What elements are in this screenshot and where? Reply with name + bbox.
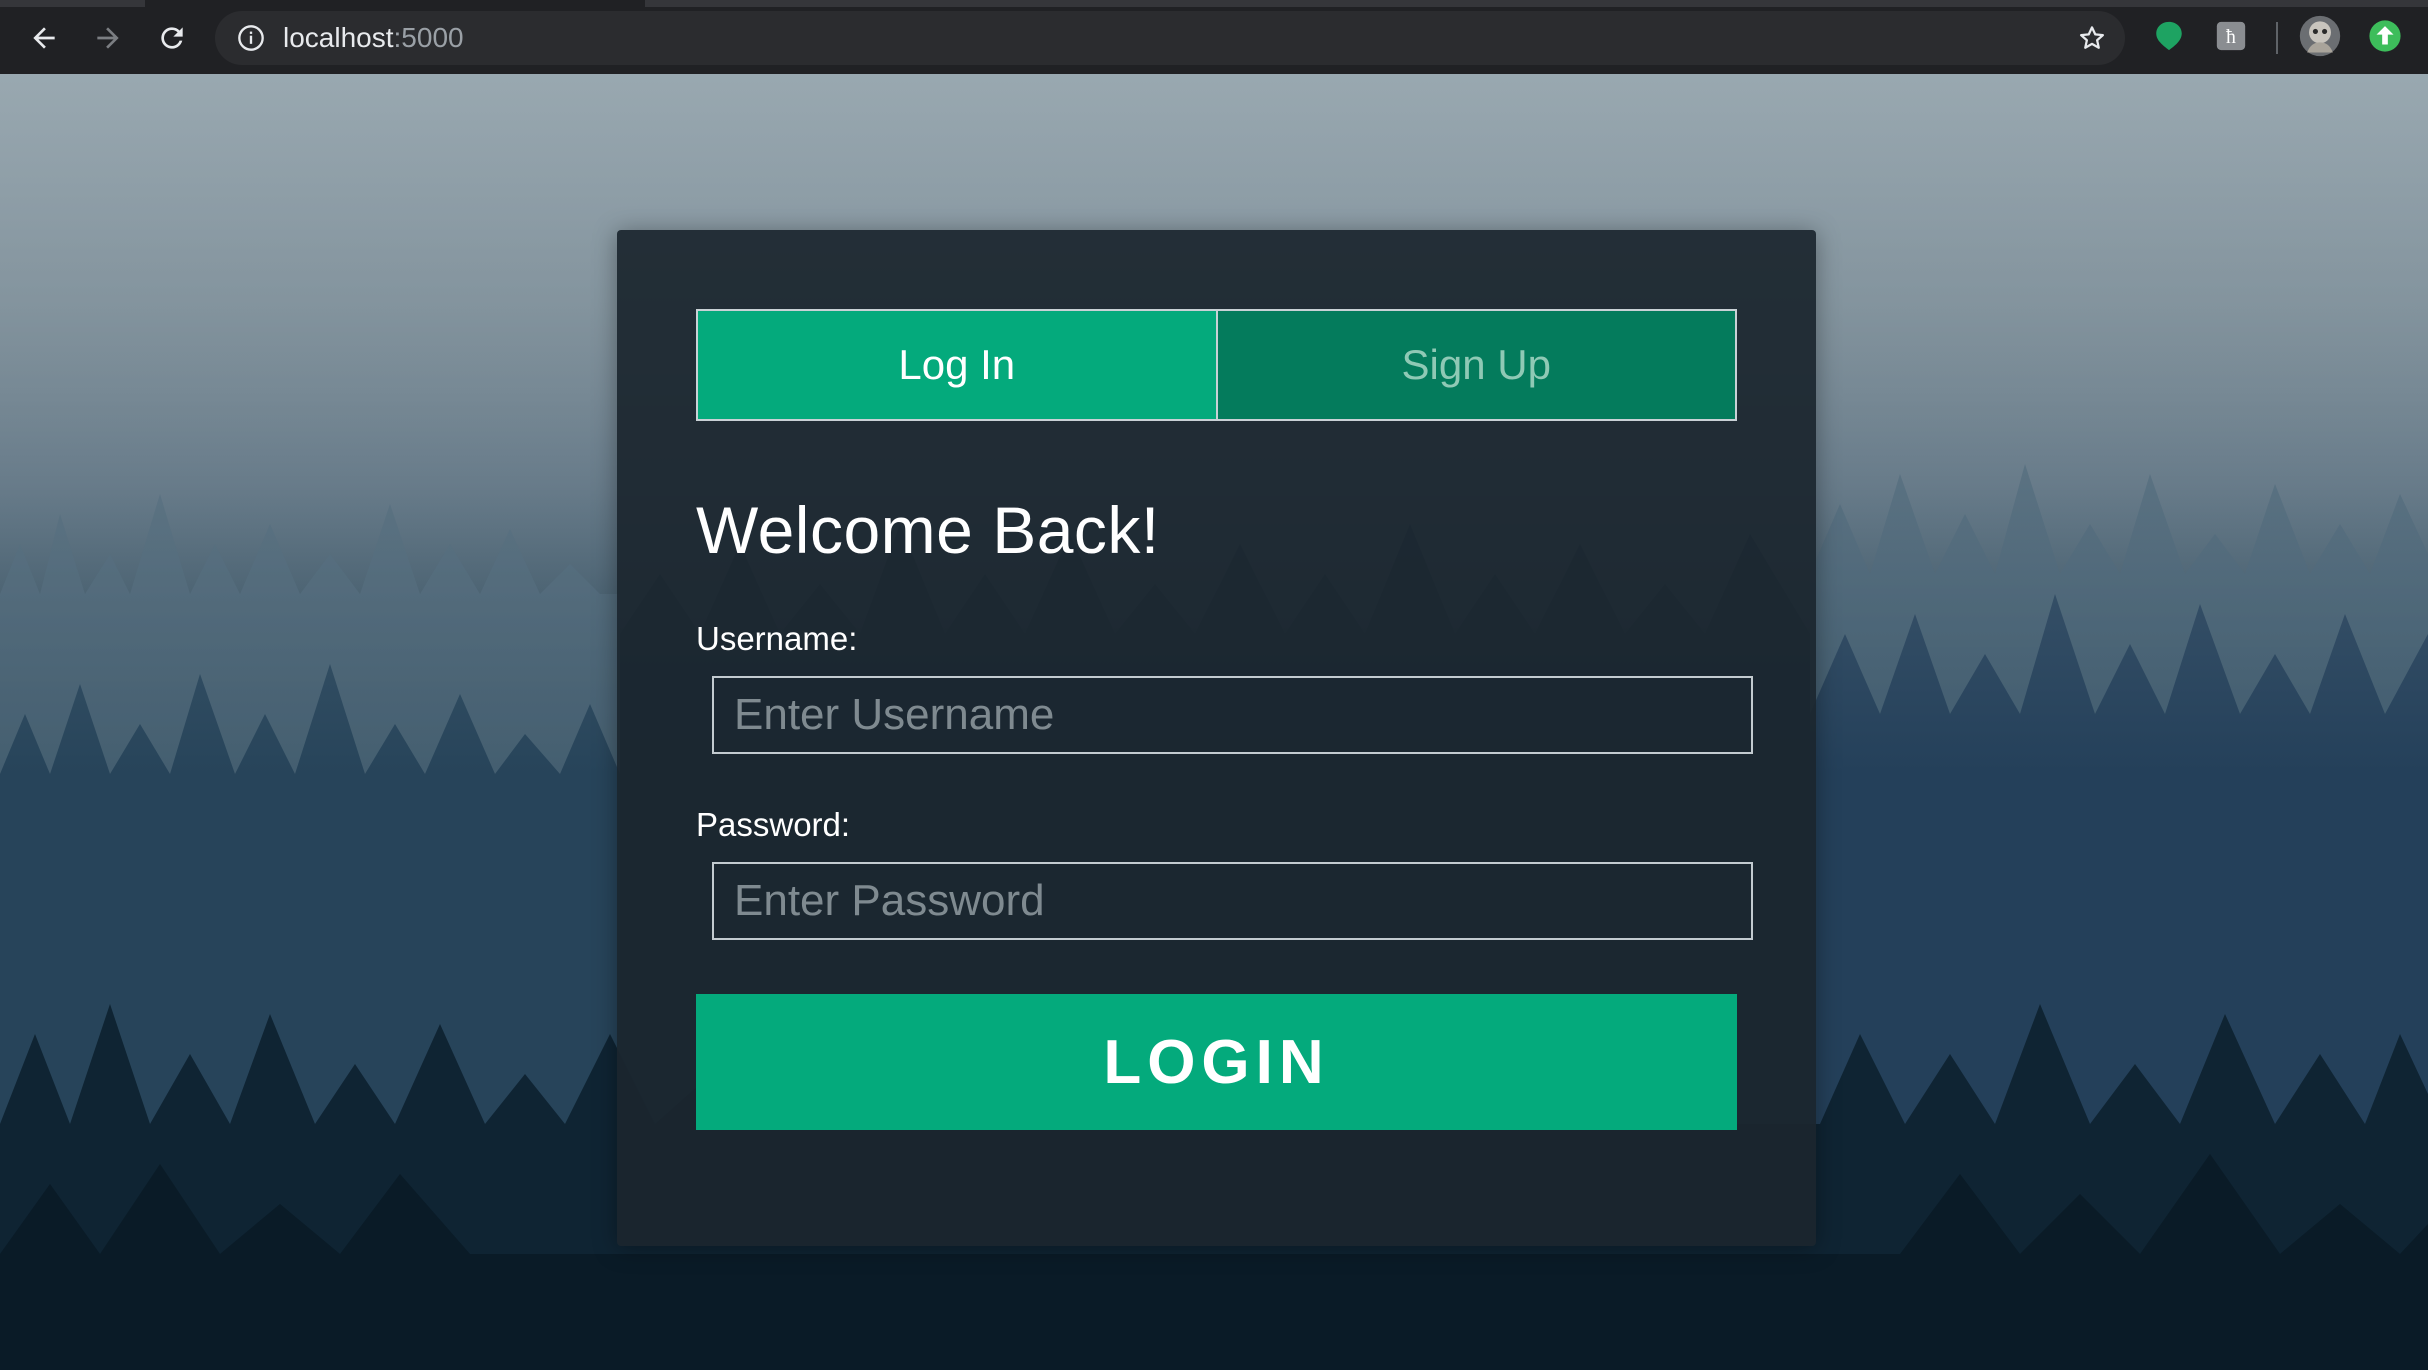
tab-signup[interactable]: Sign Up (1217, 311, 1735, 419)
url-port: :5000 (393, 22, 464, 53)
active-tab-strip (145, 0, 645, 7)
toolbar-divider (2276, 22, 2278, 54)
password-input[interactable] (712, 862, 1753, 940)
browser-toolbar: localhost:5000 ħ (0, 0, 2428, 74)
info-icon[interactable] (237, 24, 265, 52)
username-label: Username: (696, 620, 858, 657)
page-background: Log In Sign Up Welcome Back! Username: P… (0, 74, 2428, 1370)
url-host: localhost (283, 22, 394, 53)
username-input[interactable] (712, 676, 1753, 754)
green-extension-icon[interactable] (2152, 19, 2186, 53)
update-icon[interactable] (2368, 19, 2402, 53)
password-label: Password: (696, 806, 851, 843)
back-button[interactable] (24, 18, 64, 58)
svg-text:ħ: ħ (2226, 26, 2236, 48)
page-title: Welcome Back! (696, 493, 1160, 567)
star-icon[interactable] (2077, 23, 2107, 53)
tab-login[interactable]: Log In (698, 311, 1218, 419)
login-card: Log In Sign Up Welcome Back! Username: P… (617, 230, 1816, 1246)
reload-button[interactable] (152, 18, 192, 58)
forward-button[interactable] (88, 18, 128, 58)
address-bar[interactable]: localhost:5000 (215, 11, 2125, 65)
hacker-extension-icon[interactable]: ħ (2214, 19, 2248, 53)
auth-tabs: Log In Sign Up (696, 309, 1737, 421)
arrow-right-icon (97, 27, 119, 49)
arrow-left-icon (33, 27, 55, 49)
profile-avatar-icon[interactable] (2298, 14, 2342, 58)
url-text[interactable]: localhost:5000 (283, 11, 464, 65)
login-button[interactable]: LOGIN (696, 994, 1737, 1130)
reload-icon (161, 27, 183, 49)
